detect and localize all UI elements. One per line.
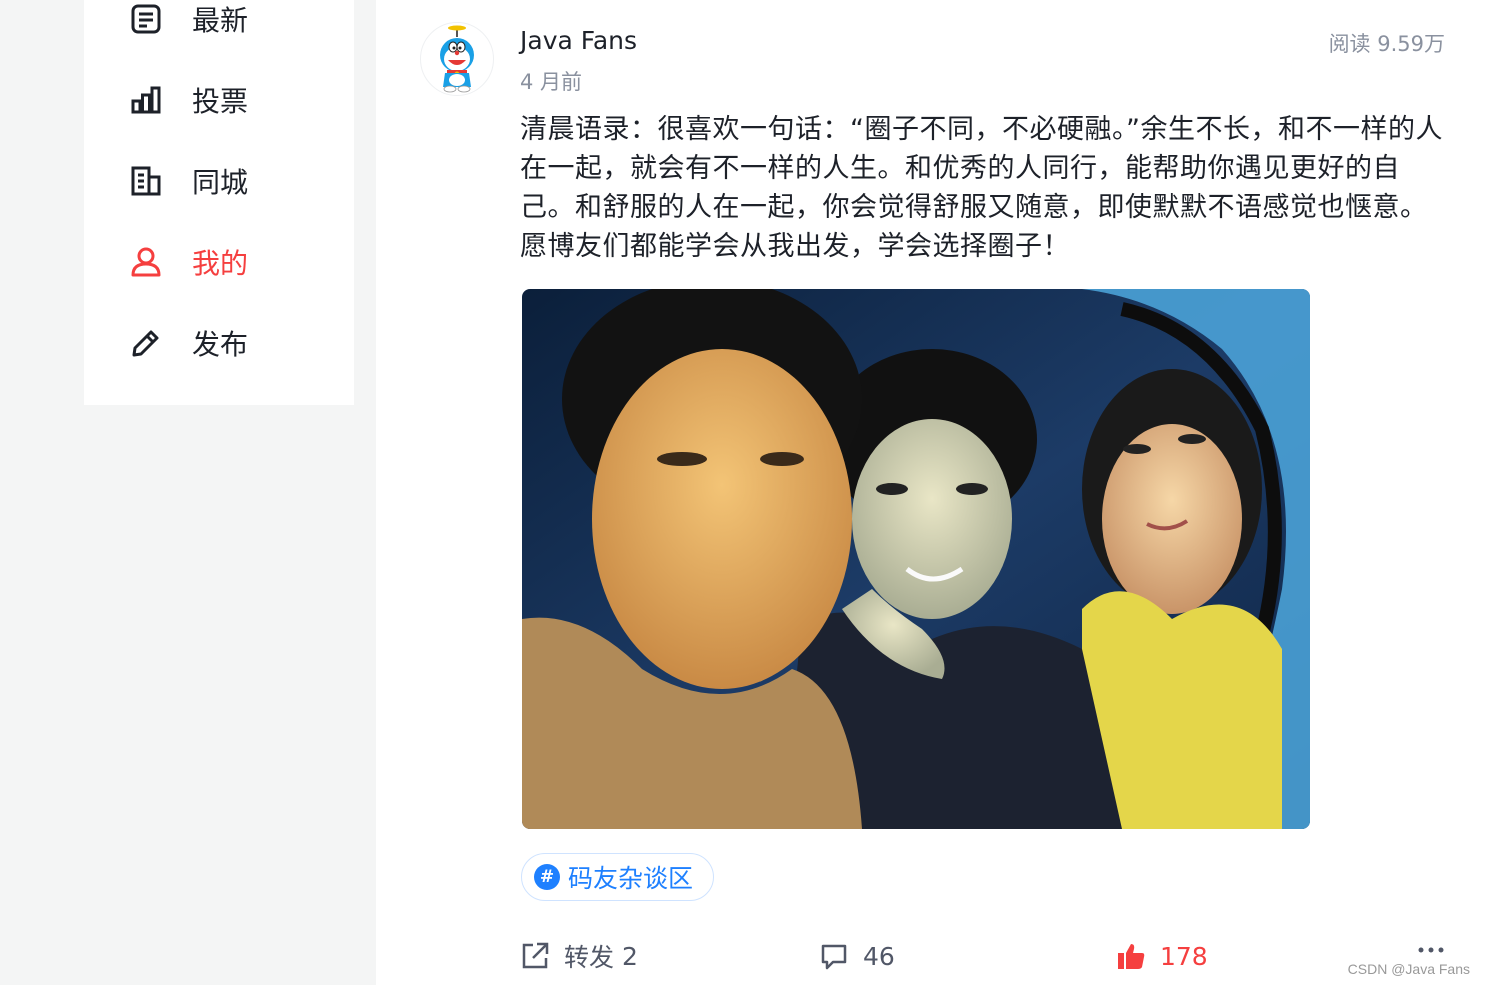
more-icon bbox=[1418, 947, 1444, 953]
pencil-icon bbox=[130, 327, 162, 359]
comment-icon bbox=[821, 944, 847, 970]
share-button[interactable]: 转发 2 bbox=[520, 936, 638, 976]
sidebar-item-vote[interactable]: 投票 bbox=[130, 75, 248, 125]
post-photo[interactable] bbox=[522, 289, 1310, 829]
post-text: 清晨语录：很喜欢一句话：“圈子不同，不必硬融。”余生不长，和不一样的人在一起，就… bbox=[520, 114, 1443, 262]
like-button[interactable]: 178 bbox=[1116, 936, 1208, 976]
sidebar-item-label: 发布 bbox=[192, 328, 249, 361]
sidebar-item-publish[interactable]: 发布 bbox=[130, 318, 248, 368]
sidebar-item-mine[interactable]: 我的 bbox=[130, 237, 248, 287]
doraemon-avatar-icon bbox=[440, 25, 474, 93]
share-icon bbox=[522, 942, 549, 969]
like-count: 178 bbox=[1160, 941, 1208, 971]
photo-image bbox=[522, 289, 1310, 829]
sidebar-nav: 最新 投票 同城 我的 发布 bbox=[84, 0, 354, 405]
topic-tag[interactable]: # 码友杂谈区 bbox=[521, 853, 715, 901]
share-label: 转发 bbox=[564, 943, 615, 972]
building-icon bbox=[130, 165, 162, 197]
comment-count: 46 bbox=[863, 941, 895, 971]
news-icon bbox=[130, 3, 162, 35]
comment-button[interactable]: 46 bbox=[819, 936, 895, 976]
sidebar-item-latest[interactable]: 最新 bbox=[130, 0, 248, 44]
post-time: 4 月前 bbox=[520, 70, 583, 94]
sidebar-item-label: 投票 bbox=[192, 85, 249, 118]
read-count: 阅读 9.59万 bbox=[1328, 32, 1445, 56]
author-name[interactable]: Java Fans bbox=[520, 26, 637, 55]
sidebar-item-label: 最新 bbox=[192, 4, 249, 37]
user-icon bbox=[130, 246, 162, 278]
thumbs-up-icon bbox=[1118, 944, 1145, 969]
post-card: Java Fans 4 月前 阅读 9.59万 清晨语录：很喜欢一句话：“圈子不… bbox=[376, 0, 1485, 985]
sidebar-item-label: 我的 bbox=[192, 247, 249, 280]
watermark: CSDN @Java Fans bbox=[1347, 961, 1470, 977]
sidebar-item-label: 同城 bbox=[192, 166, 249, 199]
hashtag-icon: # bbox=[534, 864, 560, 890]
avatar[interactable] bbox=[420, 22, 494, 96]
topic-label: 码友杂谈区 bbox=[568, 864, 694, 893]
sidebar-item-city[interactable]: 同城 bbox=[130, 156, 248, 206]
more-options-button[interactable] bbox=[1416, 940, 1446, 960]
bar-chart-icon bbox=[130, 84, 162, 116]
share-count: 2 bbox=[621, 941, 638, 971]
